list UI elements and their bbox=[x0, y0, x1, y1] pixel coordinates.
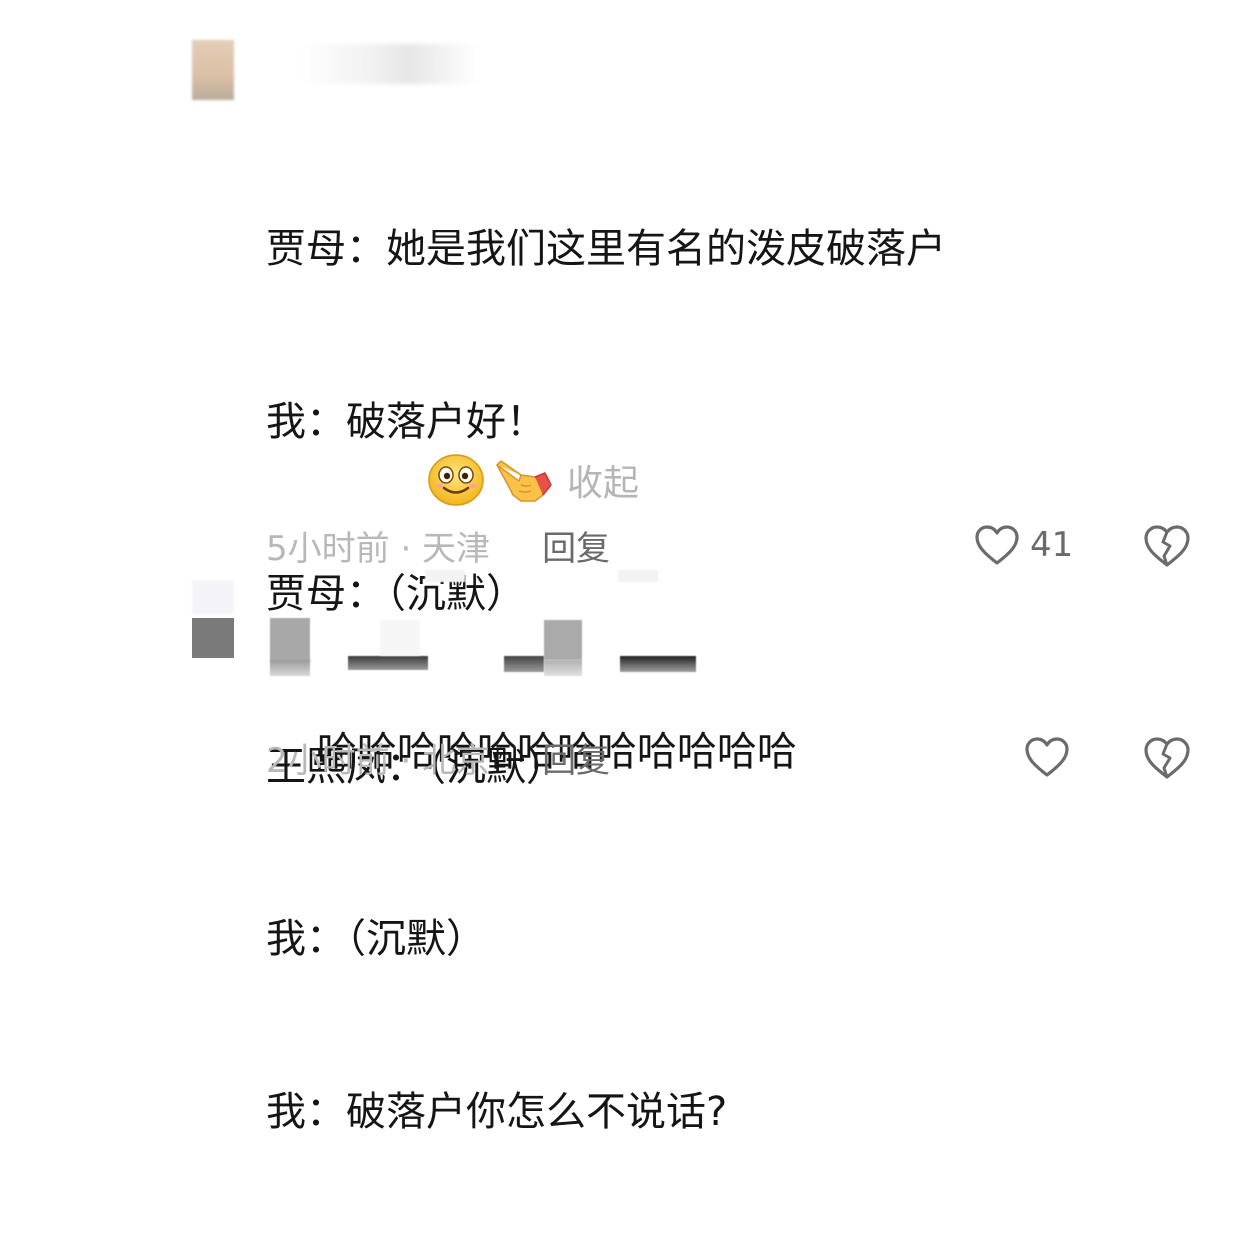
collapse-link[interactable]: 收起 bbox=[567, 454, 639, 506]
comment-line: 我：破落户你怎么不说话? bbox=[266, 1088, 728, 1135]
avatar-blurred bbox=[192, 580, 234, 614]
like-button[interactable] bbox=[1024, 732, 1080, 782]
reply-button[interactable]: 回复 bbox=[542, 733, 610, 782]
smiling-face-emoji bbox=[428, 454, 484, 506]
time-location: 5小时前 · 天津 bbox=[266, 528, 491, 569]
comment-line: 我：破落户好！ bbox=[266, 398, 546, 445]
pixelated-username bbox=[380, 620, 420, 656]
heart-icon bbox=[975, 525, 1019, 565]
username-blurred[interactable] bbox=[300, 44, 480, 84]
avatar[interactable] bbox=[192, 618, 234, 658]
comment-line: 贾母：她是我们这里有名的泼皮破落户 bbox=[266, 226, 946, 272]
comment-line: 我：（沉默） bbox=[266, 916, 486, 962]
pointing-hand-emoji bbox=[496, 460, 552, 502]
like-count: 41 bbox=[1030, 525, 1074, 565]
broken-heart-icon[interactable] bbox=[1143, 736, 1191, 780]
heart-icon bbox=[1025, 737, 1069, 777]
pixelated-block bbox=[425, 570, 465, 582]
pixelated-username bbox=[544, 620, 582, 660]
pixelated-username[interactable] bbox=[270, 618, 310, 662]
comment-line: 贾母：（沉默） bbox=[266, 571, 526, 617]
reaction-row: 收起 bbox=[427, 452, 639, 508]
avatar[interactable] bbox=[192, 40, 234, 100]
pixelated-block bbox=[618, 570, 658, 582]
comment-meta: 2小时前 · 北京 回复 bbox=[266, 732, 610, 782]
broken-heart-icon[interactable] bbox=[1143, 524, 1191, 568]
comment-meta: 5小时前 · 天津 回复 bbox=[266, 520, 610, 570]
like-button[interactable]: 41 bbox=[974, 520, 1073, 570]
reply-button[interactable]: 回复 bbox=[542, 521, 610, 570]
time-location: 2小时前 · 北京 bbox=[266, 740, 491, 781]
